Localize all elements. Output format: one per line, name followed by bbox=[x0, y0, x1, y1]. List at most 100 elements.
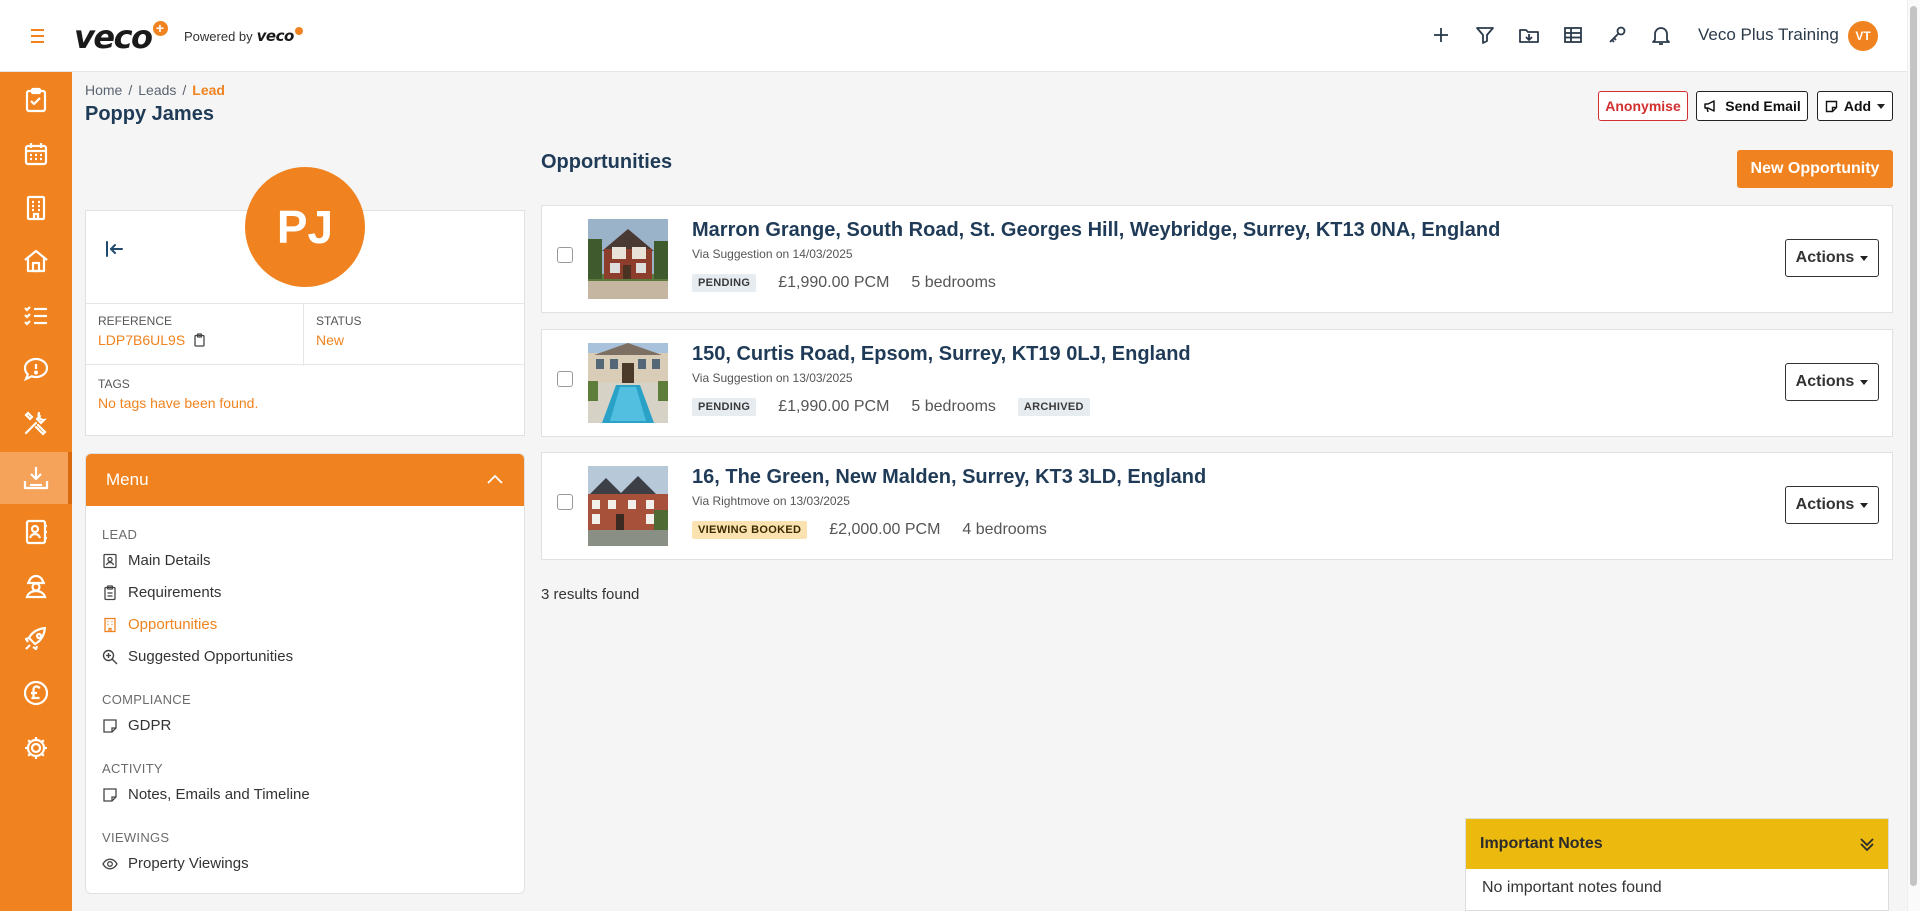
hamburger-menu-icon[interactable] bbox=[28, 26, 50, 46]
powered-by: Powered by veco bbox=[184, 27, 303, 45]
property-photo[interactable] bbox=[588, 343, 668, 423]
caret-down-icon bbox=[1877, 103, 1886, 109]
opportunity-address[interactable]: 16, The Green, New Malden, Surrey, KT3 3… bbox=[692, 466, 1206, 489]
scrollbar-thumb[interactable] bbox=[1910, 6, 1917, 886]
chevron-up-icon[interactable] bbox=[486, 472, 504, 488]
opportunity-checkbox[interactable] bbox=[557, 494, 573, 510]
opportunity-card: 16, The Green, New Malden, Surrey, KT3 3… bbox=[541, 452, 1893, 560]
menu-link-notes-emails-timeline[interactable]: Notes, Emails and Timeline bbox=[102, 786, 310, 803]
sidebar-item-contacts[interactable] bbox=[0, 506, 72, 558]
status-value: New bbox=[316, 332, 345, 348]
folder-download-icon[interactable] bbox=[1518, 24, 1540, 46]
opportunity-checkbox[interactable] bbox=[557, 371, 573, 387]
mini-plus-icon bbox=[294, 27, 303, 35]
send-email-button[interactable]: Send Email bbox=[1696, 91, 1808, 121]
breadcrumb-leads[interactable]: Leads bbox=[138, 82, 176, 98]
menu-link-opportunities[interactable]: Opportunities bbox=[102, 616, 217, 633]
new-opportunity-button[interactable]: New Opportunity bbox=[1737, 150, 1893, 188]
important-notes-panel: Important Notes No important notes found bbox=[1465, 818, 1889, 911]
opportunity-price: £1,990.00 PCM bbox=[778, 274, 890, 291]
sidebar bbox=[0, 72, 72, 911]
property-photo[interactable] bbox=[588, 466, 668, 546]
breadcrumb-separator: / bbox=[182, 82, 187, 98]
opportunity-meta: PENDING £1,990.00 PCM 5 bedrooms bbox=[692, 274, 996, 292]
top-toolbar bbox=[1430, 24, 1672, 46]
sidebar-item-properties[interactable] bbox=[0, 235, 72, 287]
menu-link-suggested-opportunities[interactable]: Suggested Opportunities bbox=[102, 648, 293, 665]
menu-link-requirements[interactable]: Requirements bbox=[102, 584, 221, 601]
home-icon bbox=[24, 249, 48, 273]
menu-header[interactable]: Menu bbox=[86, 454, 524, 506]
profile-meta: REFERENCE LDP7B6UL9S STATUS New bbox=[86, 303, 524, 366]
opportunity-address[interactable]: Marron Grange, South Road, St. Georges H… bbox=[692, 219, 1500, 242]
sidebar-item-workers[interactable] bbox=[0, 560, 72, 612]
property-photo[interactable] bbox=[588, 219, 668, 299]
sidebar-item-finance[interactable] bbox=[0, 667, 72, 719]
sidebar-item-buildings[interactable] bbox=[0, 182, 72, 234]
veco-logo[interactable]: veco + bbox=[74, 18, 168, 56]
add-dropdown-button[interactable]: Add bbox=[1817, 91, 1893, 121]
note-icon bbox=[1825, 100, 1838, 112]
menu-link-main-details[interactable]: Main Details bbox=[102, 552, 211, 569]
checklist-icon bbox=[24, 306, 47, 326]
bell-icon[interactable] bbox=[1650, 24, 1672, 46]
clipboard-icon bbox=[104, 584, 116, 600]
tools-icon bbox=[24, 411, 47, 436]
worker-icon bbox=[25, 574, 47, 599]
opportunity-meta: VIEWING BOOKED £2,000.00 PCM 4 bedrooms bbox=[692, 521, 1047, 539]
important-notes-header[interactable]: Important Notes bbox=[1466, 819, 1888, 869]
caret-down-icon bbox=[1860, 255, 1869, 261]
user-avatar[interactable]: VT bbox=[1848, 21, 1878, 51]
contacts-icon bbox=[25, 519, 47, 545]
page-title: Poppy James bbox=[85, 103, 214, 125]
opportunity-address[interactable]: 150, Curtis Road, Epsom, Surrey, KT19 0L… bbox=[692, 343, 1191, 366]
opportunity-bedrooms: 5 bedrooms bbox=[911, 398, 996, 415]
opportunity-bedrooms: 4 bedrooms bbox=[962, 521, 1047, 538]
contact-card-icon bbox=[103, 553, 117, 568]
opportunity-checkbox[interactable] bbox=[557, 247, 573, 263]
megaphone-icon bbox=[1704, 100, 1716, 113]
actions-dropdown-button[interactable]: Actions bbox=[1785, 239, 1879, 277]
status-badge: PENDING bbox=[692, 274, 757, 292]
sidebar-item-leads[interactable] bbox=[0, 452, 72, 504]
opportunity-price: £2,000.00 PCM bbox=[829, 521, 941, 538]
collapse-panel-icon[interactable] bbox=[102, 237, 126, 261]
gear-icon bbox=[25, 737, 47, 759]
alert-bubble-icon bbox=[23, 357, 49, 382]
filter-icon[interactable] bbox=[1474, 24, 1496, 46]
menu-section-activity: ACTIVITY bbox=[102, 761, 163, 776]
opportunity-source: Via Rightmove on 13/03/2025 bbox=[692, 494, 850, 508]
table-icon[interactable] bbox=[1562, 24, 1584, 46]
actions-dropdown-button[interactable]: Actions bbox=[1785, 363, 1879, 401]
pound-icon bbox=[23, 680, 49, 706]
caret-down-icon bbox=[1860, 379, 1869, 385]
key-icon[interactable] bbox=[1606, 24, 1628, 46]
sidebar-item-checklist[interactable] bbox=[0, 289, 72, 341]
sidebar-item-marketing[interactable] bbox=[0, 613, 72, 665]
sidebar-item-settings[interactable] bbox=[0, 722, 72, 774]
sidebar-item-tasks[interactable] bbox=[0, 74, 72, 126]
menu-section-compliance: COMPLIANCE bbox=[102, 692, 191, 707]
sidebar-item-alerts[interactable] bbox=[0, 343, 72, 395]
sidebar-item-tools[interactable] bbox=[0, 397, 72, 449]
user-name[interactable]: Veco Plus Training bbox=[1698, 25, 1839, 45]
zoom-in-icon bbox=[102, 649, 118, 664]
menu-section-viewings: VIEWINGS bbox=[102, 830, 170, 845]
copy-clipboard-icon[interactable] bbox=[193, 333, 206, 347]
sidebar-item-calendar[interactable] bbox=[0, 128, 72, 180]
status-badge: PENDING bbox=[692, 398, 757, 416]
double-chevron-down-icon[interactable] bbox=[1858, 835, 1876, 853]
breadcrumb: Home / Leads / Lead bbox=[85, 82, 225, 98]
plus-icon[interactable] bbox=[1430, 24, 1452, 46]
important-notes-body: No important notes found bbox=[1482, 879, 1662, 896]
menu-link-property-viewings[interactable]: Property Viewings bbox=[102, 855, 249, 872]
actions-dropdown-button[interactable]: Actions bbox=[1785, 486, 1879, 524]
breadcrumb-home[interactable]: Home bbox=[85, 82, 122, 98]
building-small-icon bbox=[104, 617, 116, 632]
anonymise-button[interactable]: Anonymise bbox=[1598, 91, 1688, 121]
opportunity-price: £1,990.00 PCM bbox=[778, 398, 890, 415]
results-count: 3 results found bbox=[541, 586, 640, 603]
rocket-icon bbox=[24, 626, 47, 651]
tasks-icon bbox=[25, 87, 47, 113]
menu-link-gdpr[interactable]: GDPR bbox=[102, 717, 171, 734]
